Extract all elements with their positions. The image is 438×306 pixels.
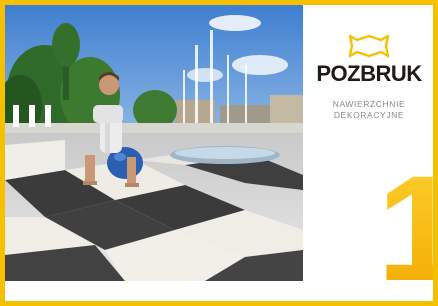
logo-outline-icon: [348, 34, 390, 58]
catalog-cover: POZBRUK NAWIERZCHNIE DEKORACYJNE 1: [0, 0, 438, 306]
cover-card: POZBRUK NAWIERZCHNIE DEKORACYJNE 1: [5, 5, 433, 301]
brand-tagline-line2: DEKORACYJNE: [333, 110, 405, 120]
catalog-number: 1: [377, 153, 433, 301]
cover-photo-image: [5, 5, 303, 281]
brand-block: POZBRUK NAWIERZCHNIE DEKORACYJNE: [310, 33, 428, 121]
brand-tagline-line1: NAWIERZCHNIE: [332, 99, 406, 109]
brand-name: POZBRUK: [316, 61, 422, 86]
cover-photo: [5, 5, 303, 281]
